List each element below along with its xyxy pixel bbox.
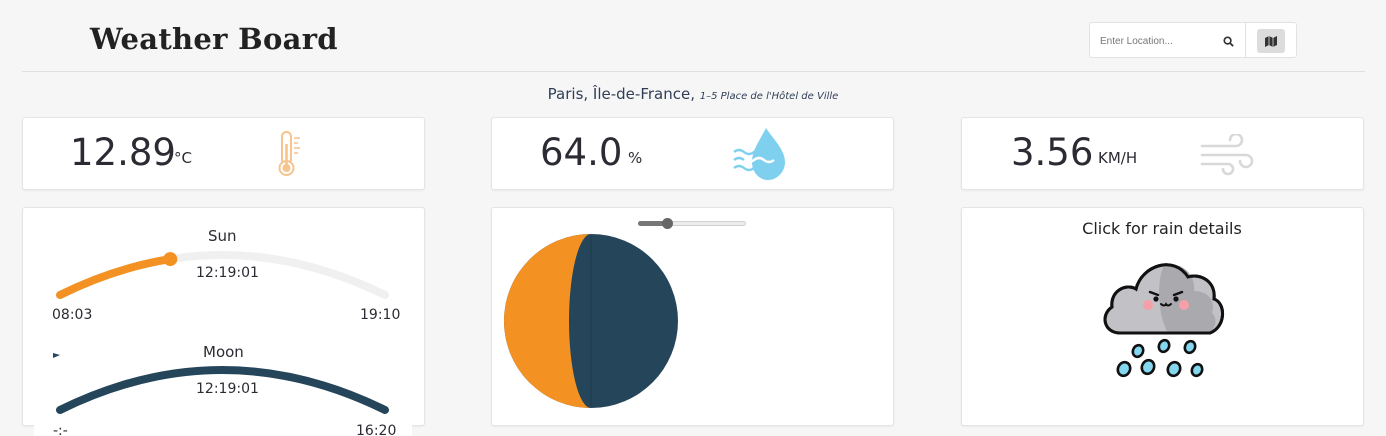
- location-search-box: [1089, 22, 1297, 58]
- moon-phase-graphic: [504, 234, 678, 408]
- moon-phase-slider[interactable]: [638, 218, 748, 230]
- sunrise-time: 08:03: [52, 307, 93, 323]
- header-divider: [22, 71, 1365, 72]
- search-divider: [1245, 23, 1246, 57]
- temperature-value: 12.89: [70, 131, 176, 174]
- sunset-time: 19:10: [360, 307, 401, 323]
- location-address: 1–5 Place de l'Hôtel de Ville: [699, 91, 839, 102]
- sun-label: Sun: [208, 227, 237, 245]
- moon-marker-icon: [53, 353, 60, 358]
- search-button[interactable]: [1216, 29, 1240, 53]
- rain-details-link[interactable]: Click for rain details: [962, 219, 1362, 238]
- sun-current-time: 12:19:01: [196, 265, 259, 281]
- location-search-input[interactable]: [1100, 32, 1210, 50]
- slider-thumb[interactable]: [662, 218, 674, 229]
- sun-position-marker: [163, 252, 178, 267]
- app-title: Weather Board: [90, 22, 338, 56]
- moonrise-time: -:-: [53, 423, 68, 436]
- temperature-unit: °C: [174, 149, 192, 167]
- wind-icon: [1200, 134, 1254, 176]
- moon-label: Moon: [203, 343, 244, 361]
- map-button[interactable]: [1257, 29, 1285, 53]
- humidity-unit: %: [628, 149, 643, 167]
- rain-cloud-icon: [1103, 263, 1224, 378]
- moon-current-time: 12:19:01: [196, 381, 259, 397]
- location-city: Paris, Île-de-France,: [547, 85, 695, 103]
- wind-value: 3.56: [1011, 131, 1094, 174]
- location-heading: Paris, Île-de-France, 1–5 Place de l'Hôt…: [0, 85, 1386, 103]
- humidity-drop-icon: [733, 128, 785, 180]
- search-icon: [1222, 35, 1234, 47]
- wind-unit: KM/H: [1098, 149, 1138, 167]
- map-icon: [1265, 35, 1277, 47]
- humidity-value: 64.0: [540, 131, 623, 174]
- thermometer-icon: [278, 131, 300, 176]
- moonset-time: 16:20: [356, 423, 397, 436]
- sun-progress-arc: [56, 255, 175, 299]
